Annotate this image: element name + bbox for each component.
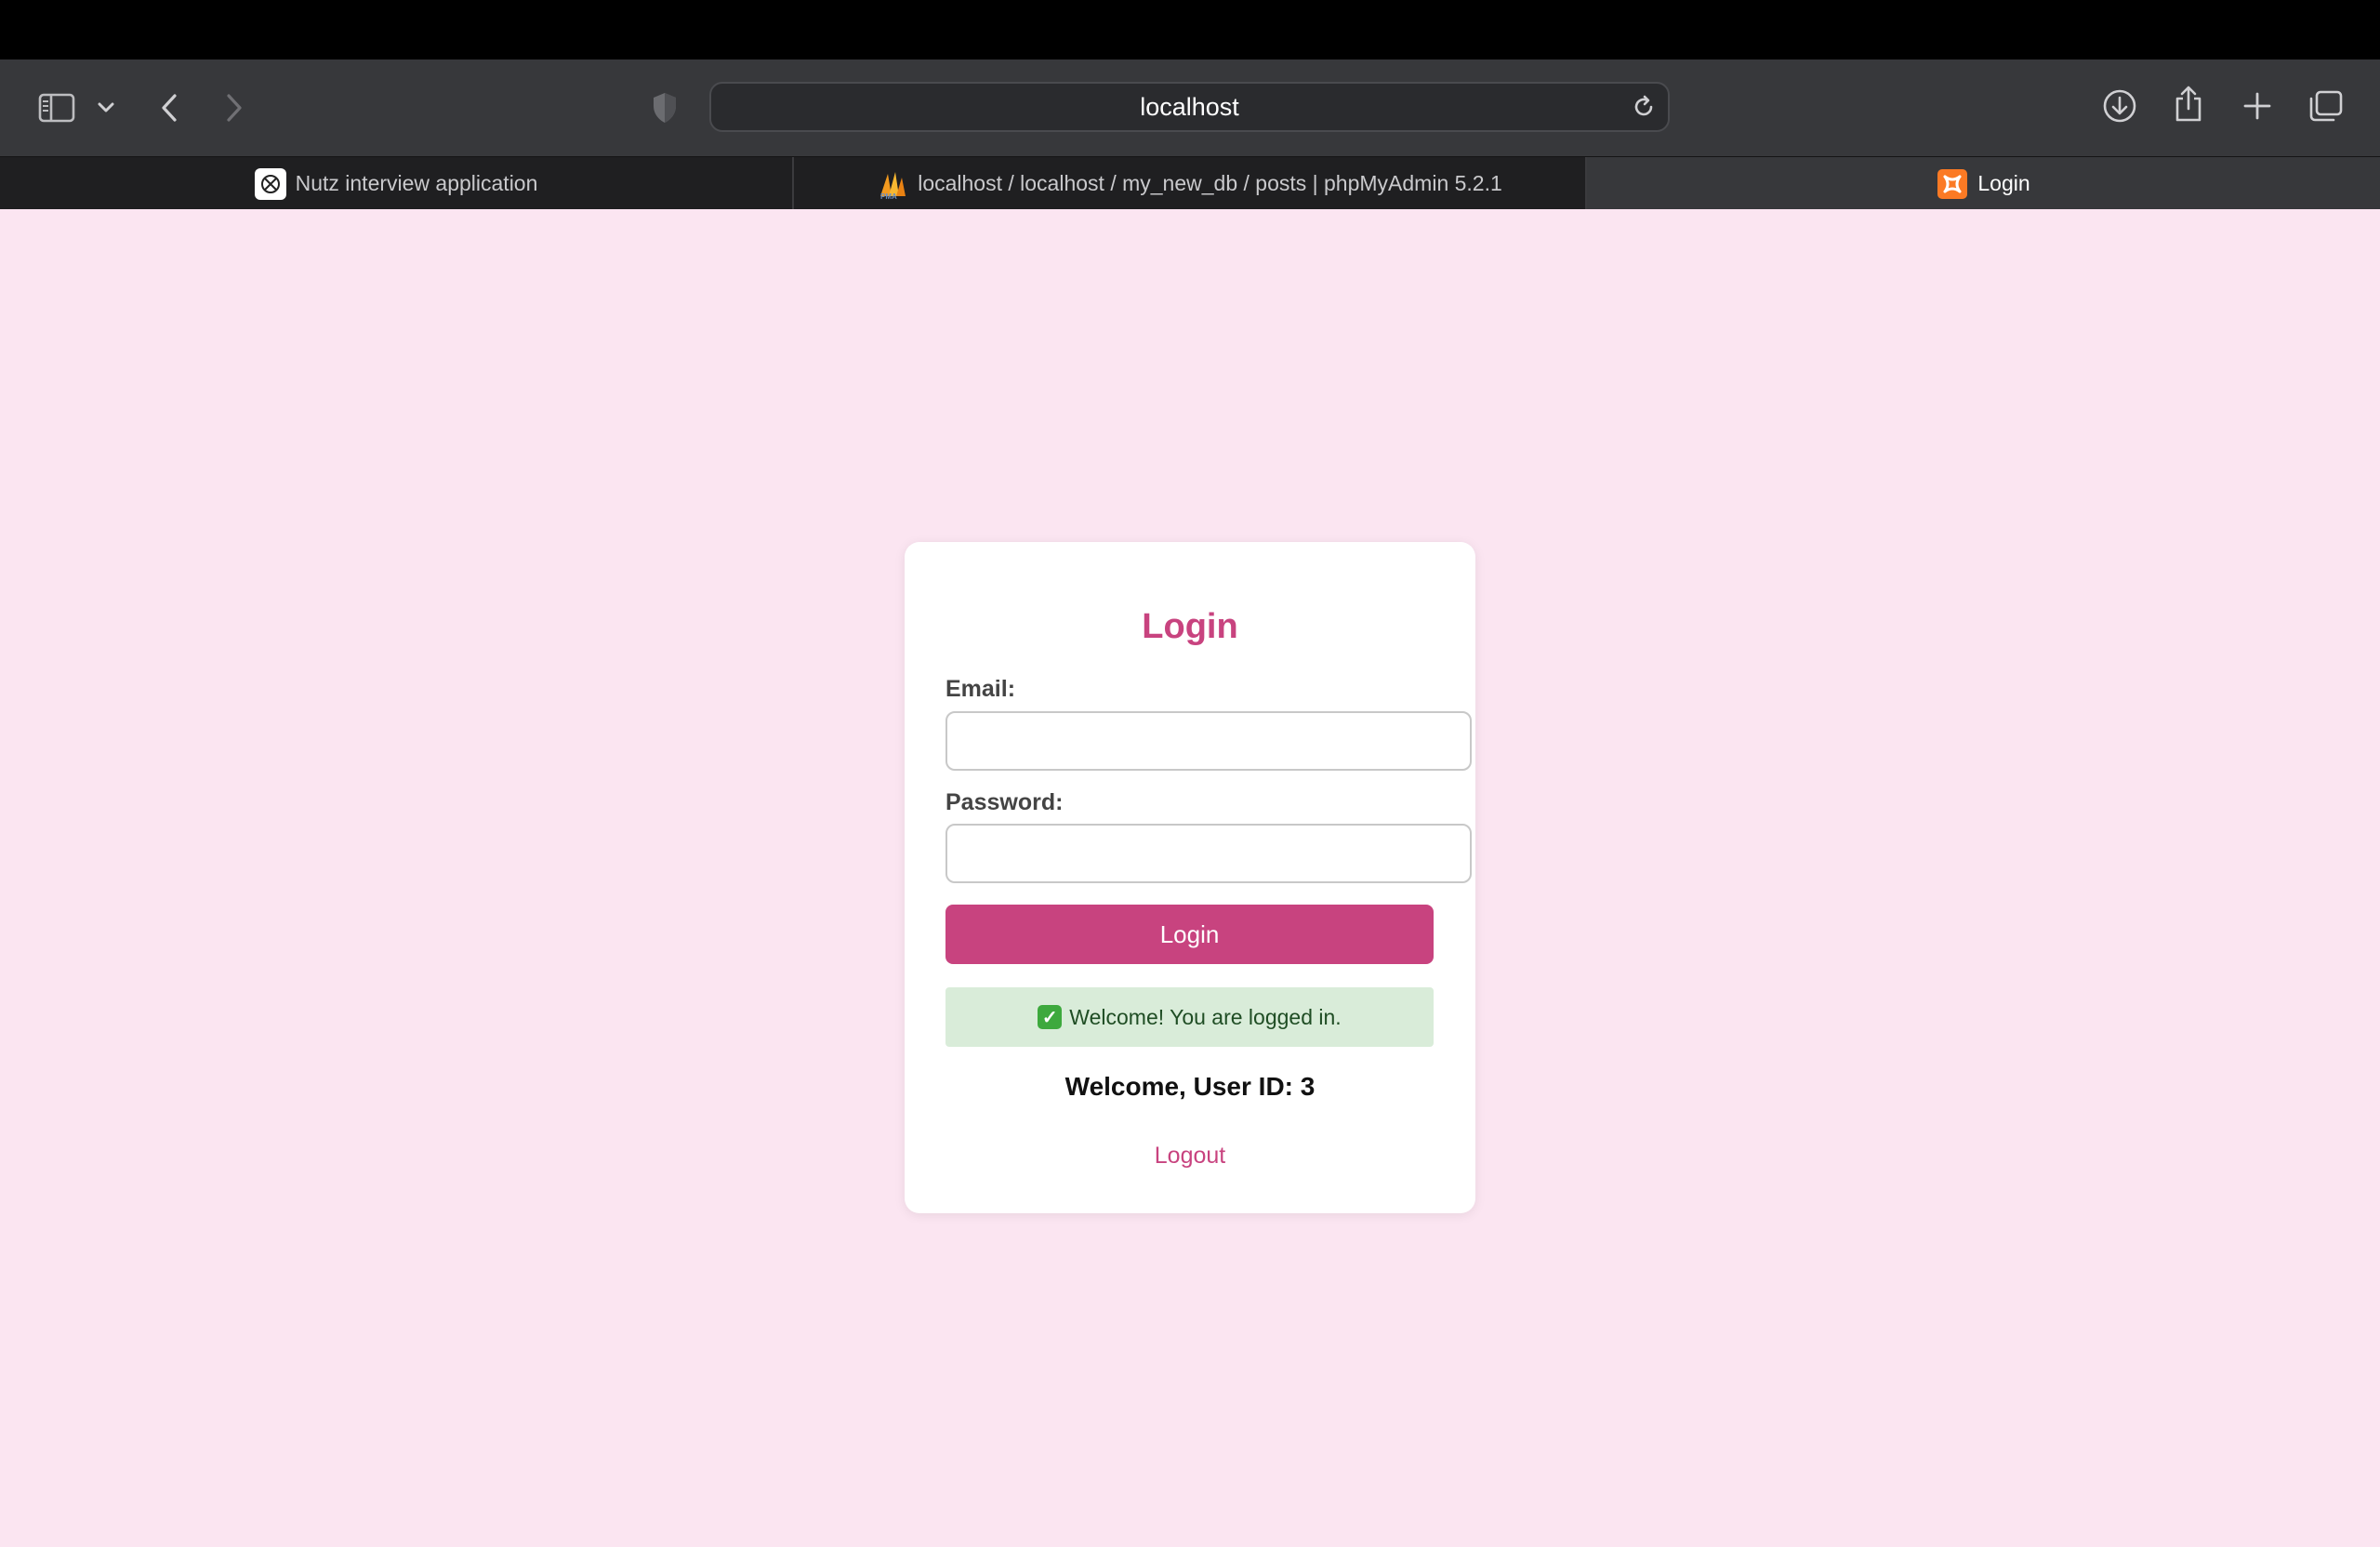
back-arrow-icon[interactable] (152, 87, 186, 128)
phpmyadmin-icon: PMA (877, 168, 908, 200)
tab-nutz-interview[interactable]: Nutz interview application (0, 157, 794, 210)
page-content: Login Email: Password: Login ✓ Welcome! … (0, 209, 2380, 1547)
tab-phpmyadmin[interactable]: PMA localhost / localhost / my_new_db / … (794, 157, 1587, 210)
email-field[interactable] (945, 711, 1472, 771)
email-label: Email: (945, 676, 1016, 702)
success-message: ✓ Welcome! You are logged in. (945, 987, 1434, 1047)
xampp-icon (1937, 168, 1968, 200)
forward-arrow-icon[interactable] (218, 87, 251, 128)
login-button[interactable]: Login (945, 905, 1434, 964)
password-label: Password: (945, 789, 1064, 815)
sidebar-icon[interactable] (35, 86, 78, 129)
logout-link[interactable]: Logout (905, 1143, 1475, 1170)
svg-text:PMA: PMA (880, 192, 897, 200)
tab-overview-icon[interactable] (2307, 86, 2346, 126)
address-bar[interactable]: localhost (709, 82, 1670, 132)
chevron-down-icon[interactable] (91, 91, 121, 125)
success-message-text: Welcome! You are logged in. (1069, 1004, 1342, 1029)
reload-icon[interactable] (1631, 94, 1657, 125)
privacy-shield-icon[interactable] (648, 87, 681, 128)
page-title: Login (1142, 607, 1238, 646)
tab-bar: Nutz interview application PMA localhost… (0, 156, 2380, 210)
password-field[interactable] (945, 824, 1472, 883)
welcome-text: Welcome, User ID: 3 (1064, 1072, 1316, 1101)
check-mark-icon: ✓ (1038, 1005, 1063, 1029)
tab-label: Login (1977, 171, 2030, 195)
share-icon[interactable] (2169, 83, 2208, 126)
chatgpt-icon (254, 167, 286, 200)
tab-label: Nutz interview application (295, 171, 538, 195)
tab-label: localhost / localhost / my_new_db / post… (918, 171, 1502, 195)
login-card: Login Email: Password: Login ✓ Welcome! … (905, 542, 1475, 1213)
new-tab-icon[interactable] (2238, 86, 2277, 126)
downloads-icon[interactable] (2100, 86, 2139, 126)
system-menu-bar (0, 0, 2380, 60)
url-text[interactable]: localhost (711, 84, 1668, 130)
tab-login[interactable]: Login (1587, 157, 2380, 210)
